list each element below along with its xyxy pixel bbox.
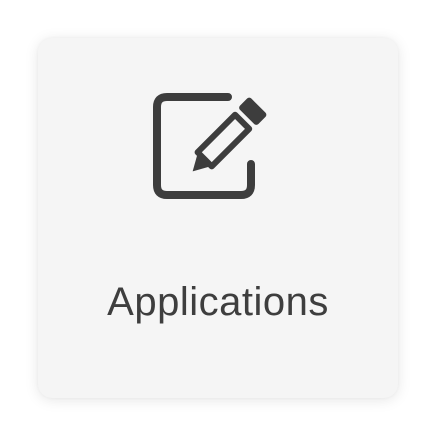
tile-label: Applications	[107, 280, 329, 324]
applications-tile[interactable]: Applications	[38, 38, 398, 398]
edit-pencil-icon	[150, 90, 286, 200]
